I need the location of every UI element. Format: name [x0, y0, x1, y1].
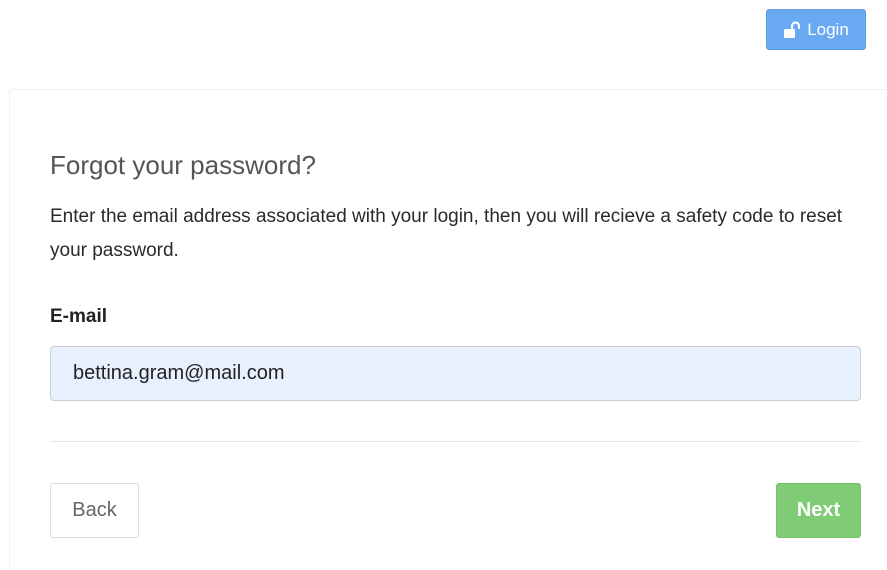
email-label: E-mail: [50, 306, 108, 327]
email-field[interactable]: [50, 346, 861, 401]
page-title: Forgot your password?: [50, 150, 316, 180]
instructions-text: Enter the email address associated with …: [50, 206, 843, 261]
login-button-label: Login: [807, 19, 849, 39]
forgot-password-card: Forgot your password? Enter the email ad…: [9, 89, 887, 570]
login-button[interactable]: Login: [766, 9, 866, 50]
unlock-icon: [783, 20, 801, 39]
next-button[interactable]: Next: [776, 483, 861, 538]
divider: [50, 441, 861, 442]
back-button[interactable]: Back: [50, 483, 139, 538]
forgot-password-page: Login Forgot your password? Enter the em…: [0, 0, 887, 570]
